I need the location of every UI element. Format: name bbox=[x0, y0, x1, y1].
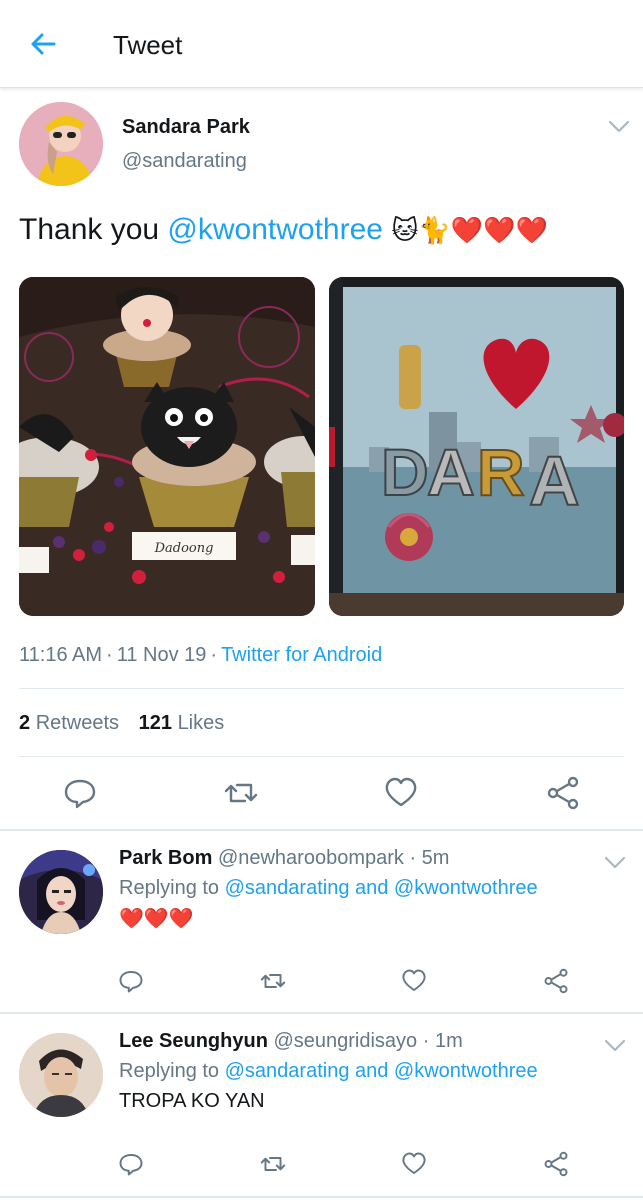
top-app-bar: Tweet bbox=[0, 0, 643, 88]
tweet-photo-cupcakes[interactable]: Dadoong bbox=[19, 277, 315, 616]
svg-text:R: R bbox=[477, 435, 525, 509]
divider bbox=[0, 1196, 643, 1198]
tweet-date: 11 Nov 19 bbox=[116, 644, 207, 666]
reply-time: · 5m bbox=[409, 847, 450, 869]
reply-text: TROPA KO YAN bbox=[119, 1090, 265, 1112]
replying-to-users[interactable]: @sandarating and @kwontwothree bbox=[225, 1060, 538, 1082]
replying-to: Replying to @sandarating and @kwontwothr… bbox=[119, 1058, 538, 1084]
replying-to-users[interactable]: @sandarating and @kwontwothree bbox=[225, 877, 538, 899]
retweet-icon[interactable] bbox=[258, 1149, 288, 1179]
author-name[interactable]: Sandara Park bbox=[122, 114, 250, 140]
divider bbox=[19, 688, 624, 689]
name-card-label: Dadoong bbox=[154, 541, 214, 556]
likes-count: 121 bbox=[138, 712, 172, 734]
likes-stat[interactable]: 121 Likes bbox=[139, 712, 225, 734]
retweets-count: 2 bbox=[19, 712, 31, 734]
author-avatar[interactable] bbox=[19, 102, 103, 186]
reply-icon[interactable] bbox=[116, 1149, 146, 1179]
tweet-source-link[interactable]: Twitter for Android bbox=[221, 644, 382, 666]
reply-avatar[interactable] bbox=[19, 1033, 103, 1117]
like-icon[interactable] bbox=[399, 1149, 429, 1179]
retweets-stat[interactable]: 2 Retweets bbox=[19, 712, 119, 734]
reply-header: Park Bom @newharoobompark · 5m bbox=[119, 845, 449, 871]
svg-text:D: D bbox=[381, 435, 427, 509]
mention-link[interactable]: @kwontwothree bbox=[167, 213, 383, 246]
reply-header: Lee Seunghyun @seungridisayo · 1m bbox=[119, 1028, 463, 1054]
retweet-icon[interactable] bbox=[258, 966, 288, 996]
retweet-icon[interactable] bbox=[221, 773, 261, 813]
reply-icon[interactable] bbox=[60, 773, 100, 813]
share-icon[interactable] bbox=[541, 966, 571, 996]
tweet-text: Thank you @kwontwothree 🐱🐈❤️❤️❤️ bbox=[19, 210, 548, 251]
author-handle[interactable]: @sandarating bbox=[122, 148, 247, 174]
share-icon[interactable] bbox=[543, 773, 583, 813]
like-icon[interactable] bbox=[381, 773, 421, 813]
svg-text:A: A bbox=[529, 442, 580, 520]
replying-to-label: Replying to bbox=[119, 1060, 220, 1082]
page-title: Tweet bbox=[113, 30, 183, 60]
tweet-emojis: 🐱🐈❤️❤️❤️ bbox=[391, 216, 548, 246]
retweets-label: Retweets bbox=[35, 712, 120, 734]
reply-author-handle[interactable]: @seungridisayo bbox=[273, 1030, 417, 1052]
tweet-time: 11:16 AM bbox=[19, 644, 103, 666]
chevron-down-icon[interactable] bbox=[608, 120, 630, 134]
tweet-stats: 2 Retweets 121 Likes bbox=[19, 710, 224, 736]
chevron-down-icon[interactable] bbox=[604, 1039, 626, 1053]
tweet-photo-balloons[interactable]: D A R A bbox=[329, 277, 624, 616]
reply-author-handle[interactable]: @newharoobompark bbox=[218, 847, 404, 869]
svg-text:A: A bbox=[427, 435, 475, 509]
share-icon[interactable] bbox=[541, 1149, 571, 1179]
reply-icon[interactable] bbox=[116, 966, 146, 996]
replying-to: Replying to @sandarating and @kwontwothr… bbox=[119, 875, 538, 901]
like-icon[interactable] bbox=[399, 966, 429, 996]
divider bbox=[0, 1012, 643, 1014]
replying-to-label: Replying to bbox=[119, 877, 220, 899]
likes-label: Likes bbox=[177, 712, 225, 734]
reply-text: ❤️❤️❤️ bbox=[119, 906, 194, 930]
divider bbox=[19, 756, 624, 757]
back-arrow-icon[interactable] bbox=[24, 24, 64, 64]
reply-author-name[interactable]: Park Bom bbox=[119, 847, 212, 869]
chevron-down-icon[interactable] bbox=[604, 856, 626, 870]
divider bbox=[0, 829, 643, 831]
tweet-meta: 11:16 AM · 11 Nov 19 · Twitter for Android bbox=[19, 644, 383, 666]
reply-avatar[interactable] bbox=[19, 850, 103, 934]
reply-author-name[interactable]: Lee Seunghyun bbox=[119, 1030, 268, 1052]
tweet-text-body: Thank you bbox=[19, 213, 168, 246]
reply-time: · 1m bbox=[422, 1030, 463, 1052]
